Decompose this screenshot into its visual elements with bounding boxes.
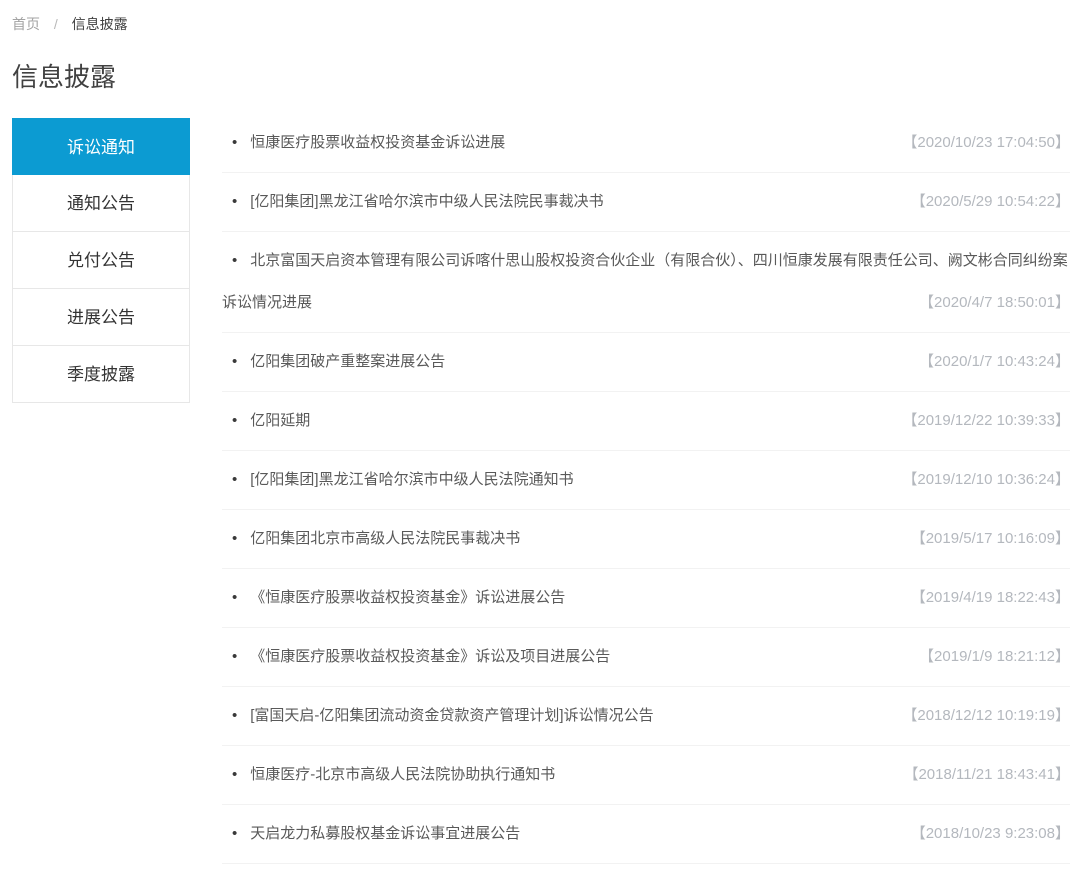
announcement-row-1[interactable]: • 恒康医疗股票收益权投资基金诉讼进展 【2020/10/23 17:04:50】 [222, 114, 1070, 173]
announcement-row-6[interactable]: • [亿阳集团]黑龙江省哈尔滨市中级人民法院通知书 【2019/12/10 10:3… [222, 451, 1070, 510]
bullet-icon: • [232, 530, 237, 547]
bullet-icon: • [232, 193, 237, 210]
announcement-date: 【2020/1/7 10:43:24】 [919, 341, 1070, 383]
announcement-title-link[interactable]: 天启龙力私募股权基金诉讼事宜进展公告 [250, 825, 520, 842]
announcement-date: 【2019/12/22 10:39:33】 [902, 400, 1070, 442]
announcement-date: 【2019/1/9 18:21:12】 [919, 636, 1070, 678]
information-disclosure-page: 首页 / 信息披露 信息披露 诉讼通知 通知公告 兑付公告 进展公告 季度披露 … [0, 0, 1080, 882]
announcement-title-link[interactable]: [亿阳集团]黑龙江省哈尔滨市中级人民法院通知书 [250, 471, 573, 488]
announcement-list: •恒康医疗股票收益权投资基金诉讼进展【2020/10/23 17:04:50】 … [222, 114, 1070, 882]
announcement-date: 【2020/4/7 18:50:01】 [919, 282, 1070, 324]
sidebar-item-2[interactable]: 通知公告 [12, 175, 190, 232]
bullet-icon: • [232, 707, 237, 724]
announcement-row-2[interactable]: • [亿阳集团]黑龙江省哈尔滨市中级人民法院民事裁决书 【2020/5/29 10:… [222, 173, 1070, 232]
announcement-row-12[interactable]: • 天启龙力私募股权基金诉讼事宜进展公告 【2018/10/23 9:23:08】 [222, 805, 1070, 864]
bullet-icon: • [232, 412, 237, 429]
bullet-icon: • [232, 353, 237, 370]
page-title: 信息披露 [12, 60, 1070, 94]
announcement-date: 【2019/12/10 10:36:24】 [902, 459, 1070, 501]
sidebar-item-5[interactable]: 季度披露 [12, 346, 190, 403]
bullet-icon: • [232, 589, 237, 606]
announcement-title-link[interactable]: 亿阳延期 [250, 412, 310, 429]
announcement-date: 【2018/11/21 18:43:41】 [903, 754, 1070, 796]
bullet-icon: • [232, 766, 237, 783]
announcement-date: 【2020/5/29 10:54:22】 [911, 181, 1070, 223]
bullet-icon: • [232, 134, 237, 151]
bullet-icon: • [232, 471, 237, 488]
sidebar-item-1[interactable]: 诉讼通知 [12, 118, 190, 175]
announcement-date: 【2018/9/26 9:19:06】 [919, 872, 1070, 882]
announcement-row-13[interactable]: •天启龙力私募股权基金起诉立案公告【2018/9/26 9:19:06】 [222, 864, 1070, 882]
announcement-date: 【2019/5/17 10:16:09】 [911, 518, 1070, 560]
announcement-title-link[interactable]: [富国天启-亿阳集团流动资金贷款资产管理计划]诉讼情况公告 [250, 707, 653, 724]
content-area: 诉讼通知 通知公告 兑付公告 进展公告 季度披露 • 恒康医疗股票收益权投资基金诉… [12, 118, 1070, 882]
bullet-icon: • [232, 252, 237, 269]
announcement-row-7[interactable]: • 亿阳集团北京市高级人民法院民事裁决书 【2019/5/17 10:16:09】 [222, 510, 1070, 569]
announcement-row-10[interactable]: • [富国天启-亿阳集团流动资金贷款资产管理计划]诉讼情况公告 【2018/12/1… [222, 687, 1070, 746]
sidebar-item-3[interactable]: 兑付公告 [12, 232, 190, 289]
announcement-row-11[interactable]: • 恒康医疗-北京市高级人民法院协助执行通知书 【2018/11/21 18:43:… [222, 746, 1070, 805]
category-sidebar: 诉讼通知 通知公告 兑付公告 进展公告 季度披露 [12, 118, 190, 403]
announcement-title-link[interactable]: 亿阳集团北京市高级人民法院民事裁决书 [250, 530, 520, 547]
announcement-row-3[interactable]: •北京富国天启资本管理有限公司诉喀什思山股权投资合伙企业（有限合伙）、四川恒康发… [222, 232, 1070, 333]
announcement-date: 【2019/4/19 18:22:43】 [911, 577, 1070, 619]
announcement-title-link[interactable]: [亿阳集团]黑龙江省哈尔滨市中级人民法院民事裁决书 [250, 193, 603, 210]
breadcrumb-separator: / [54, 16, 58, 32]
announcement-row-8[interactable]: • 《恒康医疗股票收益权投资基金》诉讼进展公告 【2019/4/19 18:22:4… [222, 569, 1070, 628]
announcement-title-link[interactable]: 《恒康医疗股票收益权投资基金》诉讼及项目进展公告 [250, 648, 610, 665]
breadcrumb: 首页 / 信息披露 [12, 14, 1070, 34]
breadcrumb-current: 信息披露 [72, 16, 128, 32]
announcement-title-link[interactable]: 亿阳集团破产重整案进展公告 [250, 353, 445, 370]
sidebar-item-4[interactable]: 进展公告 [12, 289, 190, 346]
announcement-title-link[interactable]: 恒康医疗股票收益权投资基金诉讼进展 [250, 134, 505, 151]
announcement-date: 【2018/12/12 10:19:19】 [902, 695, 1070, 737]
announcement-title-link[interactable]: 恒康医疗-北京市高级人民法院协助执行通知书 [250, 766, 555, 783]
announcement-row-9[interactable]: • 《恒康医疗股票收益权投资基金》诉讼及项目进展公告 【2019/1/9 18:21… [222, 628, 1070, 687]
announcement-date: 【2018/10/23 9:23:08】 [911, 813, 1070, 855]
bullet-icon: • [232, 648, 237, 665]
bullet-icon: • [232, 825, 237, 842]
breadcrumb-home-link[interactable]: 首页 [12, 16, 40, 32]
announcement-date: 【2020/10/23 17:04:50】 [902, 122, 1070, 164]
announcement-title-link[interactable]: 《恒康医疗股票收益权投资基金》诉讼进展公告 [250, 589, 565, 606]
announcement-row-5[interactable]: • 亿阳延期 【2019/12/22 10:39:33】 [222, 392, 1070, 451]
announcement-row-4[interactable]: • 亿阳集团破产重整案进展公告 【2020/1/7 10:43:24】 [222, 333, 1070, 392]
